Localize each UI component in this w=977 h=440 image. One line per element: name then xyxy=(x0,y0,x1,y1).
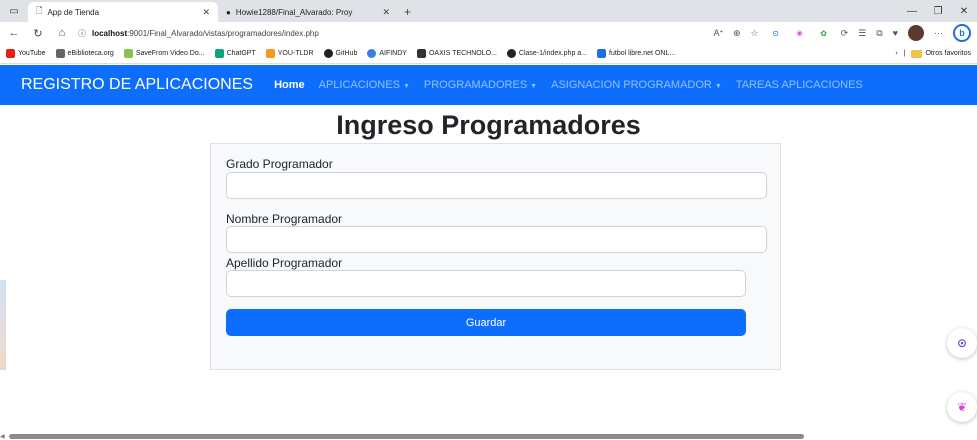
caret-down-icon: ▼ xyxy=(530,83,538,90)
apellido-label: Apellido Programador xyxy=(226,256,343,270)
brain-icon[interactable]: ❦ xyxy=(947,392,977,422)
url-field[interactable]: ⓘ localhost:9001/Final_Alvarado/vistas/p… xyxy=(78,28,518,39)
horizontal-scrollbar[interactable]: ◀ xyxy=(0,432,977,440)
close-icon[interactable]: ✕ xyxy=(202,7,210,18)
tab-title: Howie1288/Final_Alvarado: Proy xyxy=(235,7,353,17)
collections-icon[interactable]: ⧉ xyxy=(876,28,882,39)
bookmark-chatgpt[interactable]: ChatGPT xyxy=(214,49,256,58)
guardar-button[interactable]: Guardar xyxy=(226,309,746,336)
more-menu-icon[interactable]: ··· xyxy=(934,28,943,38)
url-path: :9001/Final_Alvarado/vistas/programadore… xyxy=(127,28,319,38)
read-aloud-icon[interactable]: Aᐩ xyxy=(713,28,723,39)
info-icon: ⓘ xyxy=(78,28,86,38)
tab-github[interactable]: ● Howie1288/Final_Alvarado: Proy ✕ xyxy=(218,2,398,22)
new-tab-button[interactable]: + xyxy=(398,2,417,22)
tldr-icon xyxy=(265,49,275,58)
nombre-input[interactable] xyxy=(226,226,767,253)
browser-tab-bar: ▭ 🗋 App de Tienda ✕ ● Howie1288/Final_Al… xyxy=(0,0,977,22)
favorites-icon[interactable]: ☰ xyxy=(858,28,866,39)
window-controls: — ❐ ✕ xyxy=(899,0,977,22)
restore-icon[interactable]: ❐ xyxy=(925,0,951,22)
download-icon xyxy=(123,49,133,58)
extensions-icon[interactable]: ⟳ xyxy=(841,28,849,39)
youtube-icon xyxy=(6,49,15,58)
bookmark-oaxis[interactable]: OAXIS TECHNOLO... xyxy=(416,49,497,58)
apellido-input[interactable] xyxy=(226,270,746,297)
bookmark-futbol-libre[interactable]: futbol libre.net ONL... xyxy=(597,49,675,58)
nav-tareas-aplicaciones[interactable]: TAREAS APLICACIONES xyxy=(736,79,863,91)
scrollbar-thumb[interactable] xyxy=(9,434,804,439)
bookmark-clase-1[interactable]: Clase-1/index.php a... xyxy=(506,49,587,58)
address-bar-row: ← ↻ ⌂ ⓘ localhost:9001/Final_Alvarado/vi… xyxy=(0,22,977,44)
close-icon[interactable]: ✕ xyxy=(382,7,390,18)
browser-toolbar: Aᐩ ⊕ ☆ ⊙ ❀ ✿ ⟳ ☰ ⧉ ♥ ··· b xyxy=(713,24,971,42)
bookmarks-bar: YouTube eBiblioteca.org SaveFrom Video D… xyxy=(0,44,977,64)
folder-icon xyxy=(911,49,923,58)
github-icon xyxy=(323,49,333,58)
refresh-icon[interactable]: ↻ xyxy=(30,27,46,40)
profile-avatar[interactable] xyxy=(908,25,924,41)
home-icon[interactable]: ⌂ xyxy=(54,27,70,39)
url-host: localhost xyxy=(92,28,128,38)
tab-title: App de Tienda xyxy=(47,7,100,17)
github-icon xyxy=(506,49,516,58)
chatgpt-icon xyxy=(214,49,224,58)
grado-label: Grado Programador xyxy=(226,157,333,171)
nombre-label: Nombre Programador xyxy=(226,212,343,226)
page-title: Ingreso Programadores xyxy=(336,110,641,140)
divider: | xyxy=(903,50,906,57)
nav-programadores[interactable]: PROGRAMADORES ▼ xyxy=(424,79,537,91)
bookmark-aifindy[interactable]: AIFINDY xyxy=(367,49,407,58)
page-icon: 🗋 xyxy=(36,6,43,15)
bookmark-you-tldr[interactable]: YOU-TLDR xyxy=(265,49,314,58)
site-icon xyxy=(597,49,607,58)
github-icon: ● xyxy=(226,7,231,17)
scroll-left-icon[interactable]: ◀ xyxy=(0,433,5,440)
bookmark-youtube[interactable]: YouTube xyxy=(6,49,46,58)
zoom-icon[interactable]: ⊕ xyxy=(733,28,741,39)
book-icon xyxy=(55,49,65,58)
tab-app-de-tienda[interactable]: 🗋 App de Tienda ✕ xyxy=(28,2,218,22)
extension-icon[interactable]: ⊙ xyxy=(769,26,783,40)
back-icon[interactable]: ← xyxy=(6,27,22,39)
caret-down-icon: ▼ xyxy=(402,83,410,90)
chevron-right-icon[interactable]: › xyxy=(895,50,897,57)
search-icon xyxy=(367,49,377,58)
bookmarks-overflow: › | Otros favoritos xyxy=(895,49,971,58)
app-navbar: REGISTRO DE APLICACIONES Home APLICACION… xyxy=(0,65,977,105)
caret-down-icon: ▼ xyxy=(714,83,722,90)
nav-aplicaciones[interactable]: APLICACIONES ▼ xyxy=(319,79,410,91)
bookmark-github[interactable]: GitHub xyxy=(323,49,357,58)
nav-home[interactable]: Home xyxy=(274,79,305,91)
close-window-icon[interactable]: ✕ xyxy=(951,0,977,22)
minimize-icon[interactable]: — xyxy=(899,0,925,22)
copilot-icon[interactable]: b xyxy=(953,24,971,42)
navbar-brand[interactable]: REGISTRO DE APLICACIONES xyxy=(21,76,253,94)
extension-icon[interactable]: ❀ xyxy=(793,26,807,40)
extension-icon[interactable]: ✿ xyxy=(817,26,831,40)
bookmark-ebiblioteca[interactable]: eBiblioteca.org xyxy=(55,49,114,58)
bookmark-savefrom[interactable]: SaveFrom Video Do... xyxy=(123,49,205,58)
copilot-chat-icon[interactable]: ⊙ xyxy=(947,328,977,358)
grado-input[interactable] xyxy=(226,172,767,199)
programmer-form: Grado Programador Nombre Programador Ape… xyxy=(210,143,781,370)
favorite-star-icon[interactable]: ☆ xyxy=(751,28,759,39)
nav-asignacion-programador[interactable]: ASIGNACION PROGRAMADOR ▼ xyxy=(551,79,722,91)
tab-actions-icon[interactable]: ▭ xyxy=(0,0,28,22)
other-favorites[interactable]: Otros favoritos xyxy=(911,49,971,58)
window-edge-decoration xyxy=(0,280,6,370)
performance-icon[interactable]: ♥ xyxy=(893,28,898,38)
oaxis-icon xyxy=(416,49,426,58)
